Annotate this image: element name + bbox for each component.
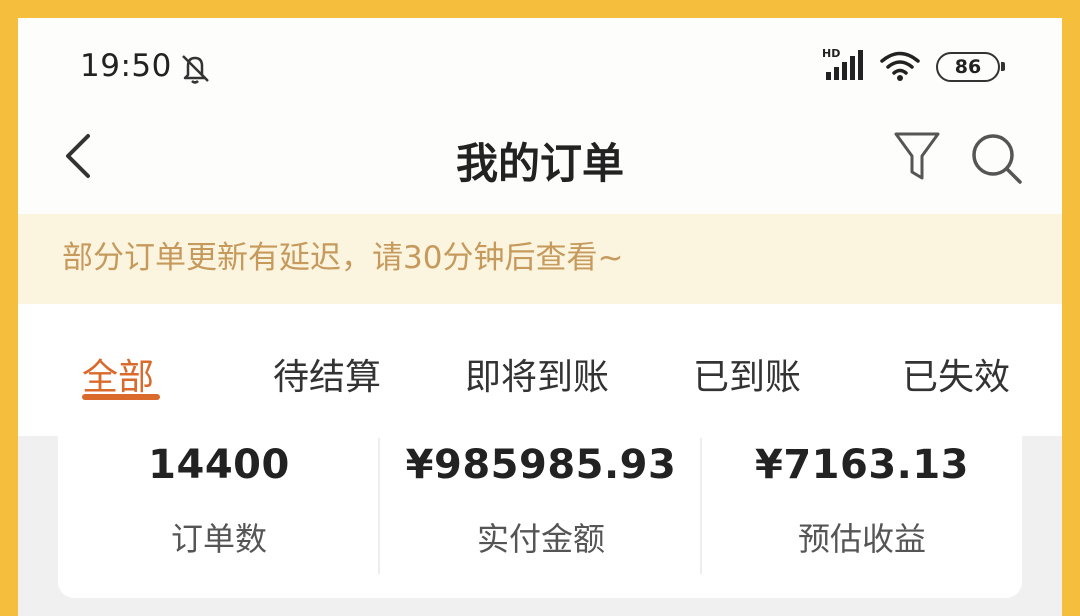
delay-notice-banner: 部分订单更新有延迟，请30分钟后查看~	[18, 214, 1062, 304]
stat-paid-amount: ¥985985.93 实付金额	[380, 436, 702, 598]
battery-level: 86	[954, 56, 982, 78]
tab-pending-settlement[interactable]: 待结算	[273, 348, 381, 400]
tab-all[interactable]: 全部	[82, 348, 154, 400]
tab-arriving-soon[interactable]: 即将到账	[465, 348, 609, 400]
status-time: 19:50	[80, 48, 172, 84]
stat-estimated-earnings: ¥7163.13 预估收益	[702, 436, 1022, 598]
search-icon[interactable]	[968, 130, 1024, 186]
stat-order-count: 14400 订单数	[58, 436, 380, 598]
top-bar: 19:50 HD 86 我的订单	[18, 18, 1062, 214]
stat-value: ¥7163.13	[754, 442, 970, 488]
tab-expired[interactable]: 已失效	[902, 348, 1010, 400]
stat-label: 实付金额	[476, 520, 605, 558]
wifi-icon	[880, 51, 920, 81]
battery-icon: 86	[936, 52, 1005, 82]
tab-received[interactable]: 已到账	[693, 348, 801, 400]
stat-label: 订单数	[170, 520, 267, 558]
stat-value: ¥985985.93	[405, 442, 677, 488]
signal-icon: HD	[822, 47, 863, 80]
stat-value: 14400	[148, 442, 290, 488]
filter-icon[interactable]	[892, 128, 942, 184]
mute-icon	[182, 55, 209, 84]
phone-screen: 19:50 HD 86 我的订单 部分订单更新有延迟，请30分钟后查看~ 全部 …	[18, 18, 1062, 616]
active-tab-indicator	[82, 394, 160, 400]
order-stats-card: 14400 订单数 ¥985985.93 实付金额 ¥7163.13 预估收益	[58, 436, 1022, 598]
network-type-label: HD	[822, 47, 840, 60]
order-status-tabs: 全部 待结算 即将到账 已到账 已失效	[18, 304, 1062, 436]
stat-label: 预估收益	[797, 520, 926, 558]
